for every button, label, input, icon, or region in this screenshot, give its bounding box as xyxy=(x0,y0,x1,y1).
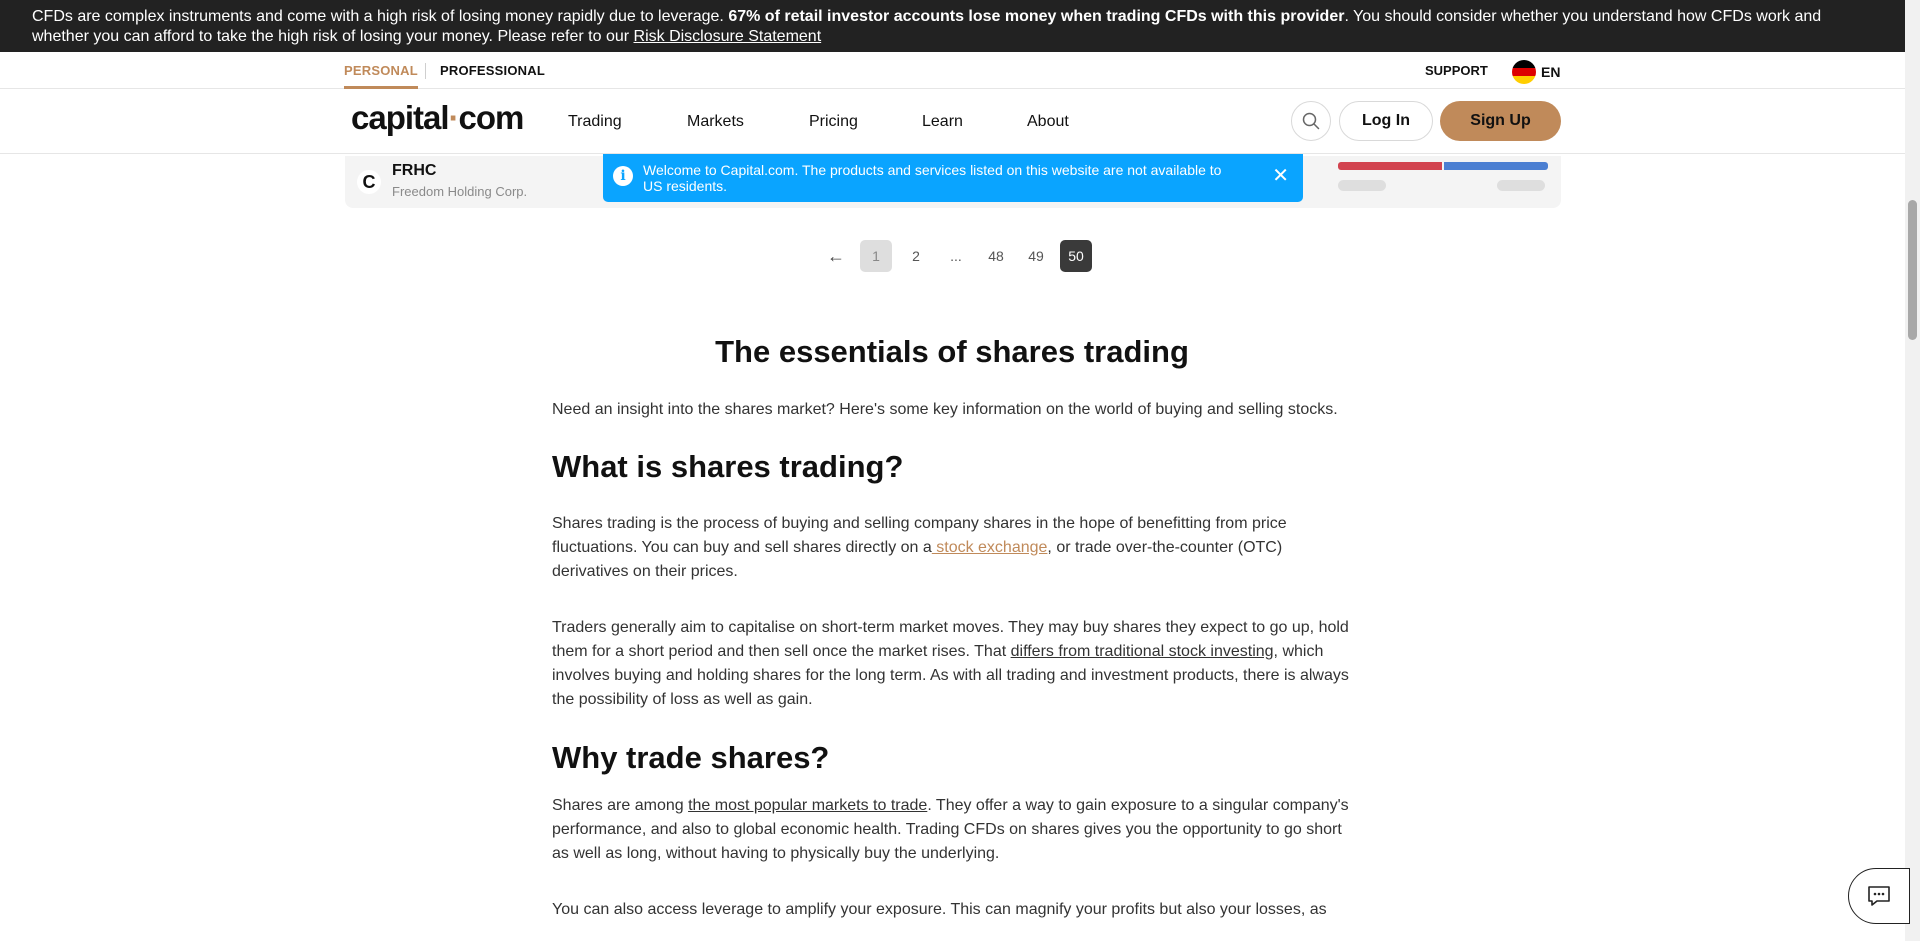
login-button[interactable]: Log In xyxy=(1339,101,1433,141)
paragraph-3-text: Shares are among xyxy=(552,797,689,814)
risk-warning-banner: CFDs are complex instruments and come wi… xyxy=(0,0,1905,52)
popular-markets-link[interactable]: the most popular markets to trade xyxy=(688,797,927,814)
buy-price-placeholder xyxy=(1497,180,1545,191)
risk-warning-text: CFDs are complex instruments and come wi… xyxy=(32,8,729,25)
info-icon: i xyxy=(613,166,633,186)
main-navigation: capital·com Trading Markets Pricing Lear… xyxy=(0,89,1905,154)
scrollbar[interactable] xyxy=(1905,0,1920,941)
page-48[interactable]: 48 xyxy=(980,240,1012,272)
risk-disclosure-link[interactable]: Risk Disclosure Statement xyxy=(634,28,822,45)
nav-learn[interactable]: Learn xyxy=(922,89,963,154)
paragraph-3: Shares are among the most popular market… xyxy=(552,794,1362,866)
chat-button[interactable] xyxy=(1848,868,1910,924)
market-name: Freedom Holding Corp. xyxy=(392,184,528,199)
top-bar: PERSONAL PROFESSIONAL SUPPORT EN xyxy=(0,52,1905,89)
us-residents-notice: i Welcome to Capital.com. The products a… xyxy=(603,154,1303,202)
article-intro: Need an insight into the shares market? … xyxy=(552,401,1338,418)
stock-exchange-link[interactable]: stock exchange xyxy=(932,539,1047,556)
page-ellipsis: ... xyxy=(950,248,962,264)
scrollbar-thumb[interactable] xyxy=(1908,200,1917,340)
nav-about[interactable]: About xyxy=(1027,89,1069,154)
search-button[interactable] xyxy=(1291,101,1331,141)
tab-divider xyxy=(425,63,426,79)
tab-personal[interactable]: PERSONAL xyxy=(344,52,418,89)
market-symbol[interactable]: FRHC xyxy=(392,162,436,180)
stock-investing-link[interactable]: differs from traditional stock investing xyxy=(1011,643,1274,660)
previous-page-button[interactable]: ← xyxy=(820,240,852,272)
capital-com-logo[interactable]: capital·com xyxy=(351,99,525,137)
support-link[interactable]: SUPPORT xyxy=(1425,52,1488,89)
risk-warning-bold: 67% of retail investor accounts lose mon… xyxy=(728,8,1345,25)
paragraph-2: Traders generally aim to capitalise on s… xyxy=(552,616,1362,712)
page-1[interactable]: 1 xyxy=(860,240,892,272)
pagination: ← 1 2 ... 48 49 50 xyxy=(820,240,1100,272)
paragraph-4: You can also access leverage to amplify … xyxy=(552,901,1327,918)
logo-text-left: capital xyxy=(351,99,450,136)
logo-dot: · xyxy=(448,99,460,136)
sell-sentiment-bar xyxy=(1338,162,1442,170)
paragraph-1: Shares trading is the process of buying … xyxy=(552,512,1362,584)
buy-sentiment-bar xyxy=(1444,162,1548,170)
company-logo: C xyxy=(357,170,381,194)
close-icon[interactable]: ✕ xyxy=(1272,166,1289,186)
chat-icon xyxy=(1868,886,1890,906)
nav-markets[interactable]: Markets xyxy=(687,89,744,154)
tab-professional[interactable]: PROFESSIONAL xyxy=(440,52,545,89)
article-title: The essentials of shares trading xyxy=(715,334,1189,369)
nav-trading[interactable]: Trading xyxy=(568,89,622,154)
sell-price-placeholder xyxy=(1338,180,1386,191)
page-50[interactable]: 50 xyxy=(1060,240,1092,272)
nav-pricing[interactable]: Pricing xyxy=(809,89,858,154)
language-selector[interactable]: EN xyxy=(1512,60,1560,84)
logo-text-right: com xyxy=(458,99,525,136)
heading-why-trade-shares: Why trade shares? xyxy=(552,740,830,775)
search-icon xyxy=(1302,112,1320,130)
heading-what-is-shares-trading: What is shares trading? xyxy=(552,449,904,484)
page-2[interactable]: 2 xyxy=(900,240,932,272)
article: The essentials of shares trading Need an… xyxy=(552,332,1362,922)
germany-flag-icon xyxy=(1512,60,1536,84)
signup-button[interactable]: Sign Up xyxy=(1440,101,1561,141)
notice-text: Welcome to Capital.com. The products and… xyxy=(643,162,1222,194)
language-label: EN xyxy=(1541,64,1561,80)
page-49[interactable]: 49 xyxy=(1020,240,1052,272)
